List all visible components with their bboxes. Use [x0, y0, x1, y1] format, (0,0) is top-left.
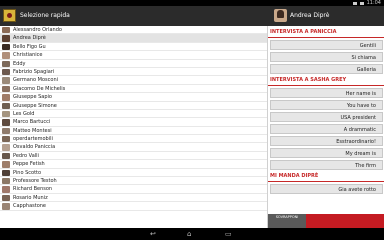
back-icon[interactable]: ↩ [150, 230, 156, 238]
person-thumbnail [2, 169, 10, 177]
person-thumbnail [2, 110, 10, 118]
list-item-label: Pedro Valli [13, 152, 39, 159]
list-item-label: Professore Testoh [13, 178, 57, 185]
list-item-label: Christianice [13, 52, 43, 59]
person-thumbnail [2, 119, 10, 126]
app-title: Selezione rapida [20, 12, 70, 19]
person-thumbnail [2, 136, 10, 143]
list-item-label: Osvaldo Paniccia [13, 144, 56, 151]
list-item[interactable]: Christianice [0, 51, 267, 60]
list-item-label: Alessandro Orlando [13, 27, 62, 33]
list-item-label: Bello Figo Gu [13, 43, 46, 50]
list-item-label: Matteo Montesi [13, 127, 52, 134]
person-thumbnail [2, 127, 10, 135]
list-item[interactable]: Matteo Montesi [0, 127, 267, 136]
person-thumbnail [2, 77, 10, 84]
overlay-ad[interactable] [306, 214, 384, 228]
person-thumbnail [2, 60, 10, 67]
person-thumbnail [2, 43, 10, 51]
list-item[interactable]: Fabrizio Spagiari [0, 68, 267, 77]
app-bar: Selezione rapida Andrea Diprè [0, 6, 384, 26]
person-list[interactable]: Alessandro Orlando Andrea Diprè Bello Figo… [0, 26, 267, 228]
person-thumbnail [2, 94, 10, 101]
home-icon[interactable]: ⌂ [187, 230, 191, 238]
list-item[interactable]: Germano Mosconi [0, 76, 267, 85]
person-thumbnail [2, 27, 10, 34]
phrase-button[interactable]: You have to [270, 100, 383, 110]
list-item[interactable]: Pedro Valli [0, 152, 267, 161]
phrase-button[interactable]: My dream is [270, 148, 383, 158]
list-item[interactable]: Marco Bartucci [0, 118, 267, 127]
recent-apps-icon[interactable]: ▭ [225, 230, 232, 238]
list-item[interactable]: Richard Benson [0, 185, 267, 194]
list-item-label: Andrea Diprè [13, 35, 46, 42]
list-item-label: Rosario Muniz [13, 194, 48, 201]
list-item[interactable]: Andrea Diprè [0, 34, 267, 43]
list-item-label: Marco Bartucci [13, 119, 51, 126]
phrase-button[interactable]: Gia avete rotto [270, 184, 383, 194]
phrase-button[interactable]: A drammatic [270, 124, 383, 134]
person-thumbnail [2, 186, 10, 193]
list-item-label: operdartemobili [13, 136, 53, 143]
person-thumbnail [2, 85, 10, 93]
phrase-panel: INTERVISTA A PANICCIA Gentili Si chiama Gal… [268, 26, 384, 228]
person-thumbnail [2, 35, 10, 42]
list-item-label: Giuseppe Sapio [13, 94, 52, 101]
person-thumbnail [2, 203, 10, 210]
list-item[interactable]: Bello Figo Gu [0, 43, 267, 52]
phrase-button[interactable]: Si chiama [270, 52, 383, 62]
list-item-label: Giuseppe Simone [13, 102, 57, 109]
person-thumbnail [2, 52, 10, 59]
section-heading: INTERVISTA A SASHA GREY [268, 75, 384, 86]
list-item-label: Giacomo De Michelis [13, 85, 66, 92]
list-item-label: Capphastone [13, 203, 47, 210]
phrase-button[interactable]: Her name is [270, 88, 383, 98]
list-item-label: Peppe Fetish [13, 161, 45, 168]
list-item[interactable]: Professore Testoh [0, 177, 267, 186]
list-item-label: Germano Mosconi [13, 77, 59, 84]
list-item[interactable]: Giacomo De Michelis [0, 85, 267, 94]
section-heading: MI MANDA DIPRÈ [268, 171, 384, 182]
phrase-button[interactable]: USA president [270, 112, 383, 122]
app-logo-icon[interactable] [3, 9, 16, 22]
selected-person-avatar [274, 9, 287, 22]
list-item[interactable]: Les Gold [0, 110, 267, 119]
list-item-label: Eddy [13, 60, 26, 67]
phrase-button[interactable]: The firm [270, 160, 383, 170]
person-thumbnail [2, 102, 10, 109]
list-item[interactable]: Giuseppe Sapio [0, 93, 267, 102]
wifi-icon [352, 1, 357, 5]
person-thumbnail [2, 68, 10, 76]
list-item[interactable]: Peppe Fetish [0, 160, 267, 169]
list-item[interactable]: Eddy [0, 60, 267, 68]
section-heading: INTERVISTA A PANICCIA [268, 27, 384, 38]
list-item[interactable]: Giuseppe Simone [0, 102, 267, 110]
phrase-button[interactable]: Esstraordinario! [270, 136, 383, 146]
person-thumbnail [2, 194, 10, 202]
list-item[interactable]: Pino Scotto [0, 169, 267, 178]
list-item[interactable]: Osvaldo Paniccia [0, 143, 267, 152]
person-thumbnail [2, 178, 10, 185]
phrase-button[interactable]: Galleria [270, 64, 383, 74]
list-item-label: Richard Benson [13, 186, 53, 193]
list-item-label: Pino Scotto [13, 169, 42, 176]
person-thumbnail [2, 144, 10, 151]
overlay-banner[interactable]: SOVRAPPONI [268, 214, 384, 228]
list-item-label: Fabrizio Spagiari [13, 68, 55, 75]
person-thumbnail [2, 152, 10, 160]
person-thumbnail [2, 161, 10, 168]
phrase-button[interactable]: Gentili [270, 40, 383, 50]
navigation-bar: ↩ ⌂ ▭ [0, 228, 384, 240]
battery-icon [359, 1, 364, 5]
list-item[interactable]: Capphastone [0, 202, 267, 211]
list-item[interactable]: operdartemobili [0, 135, 267, 144]
list-item[interactable]: Alessandro Orlando [0, 26, 267, 35]
detail-title: Andrea Diprè [290, 12, 330, 19]
list-item-label: Les Gold [13, 110, 35, 117]
overlay-label[interactable]: SOVRAPPONI [268, 214, 306, 228]
list-item[interactable]: Rosario Muniz [0, 194, 267, 203]
